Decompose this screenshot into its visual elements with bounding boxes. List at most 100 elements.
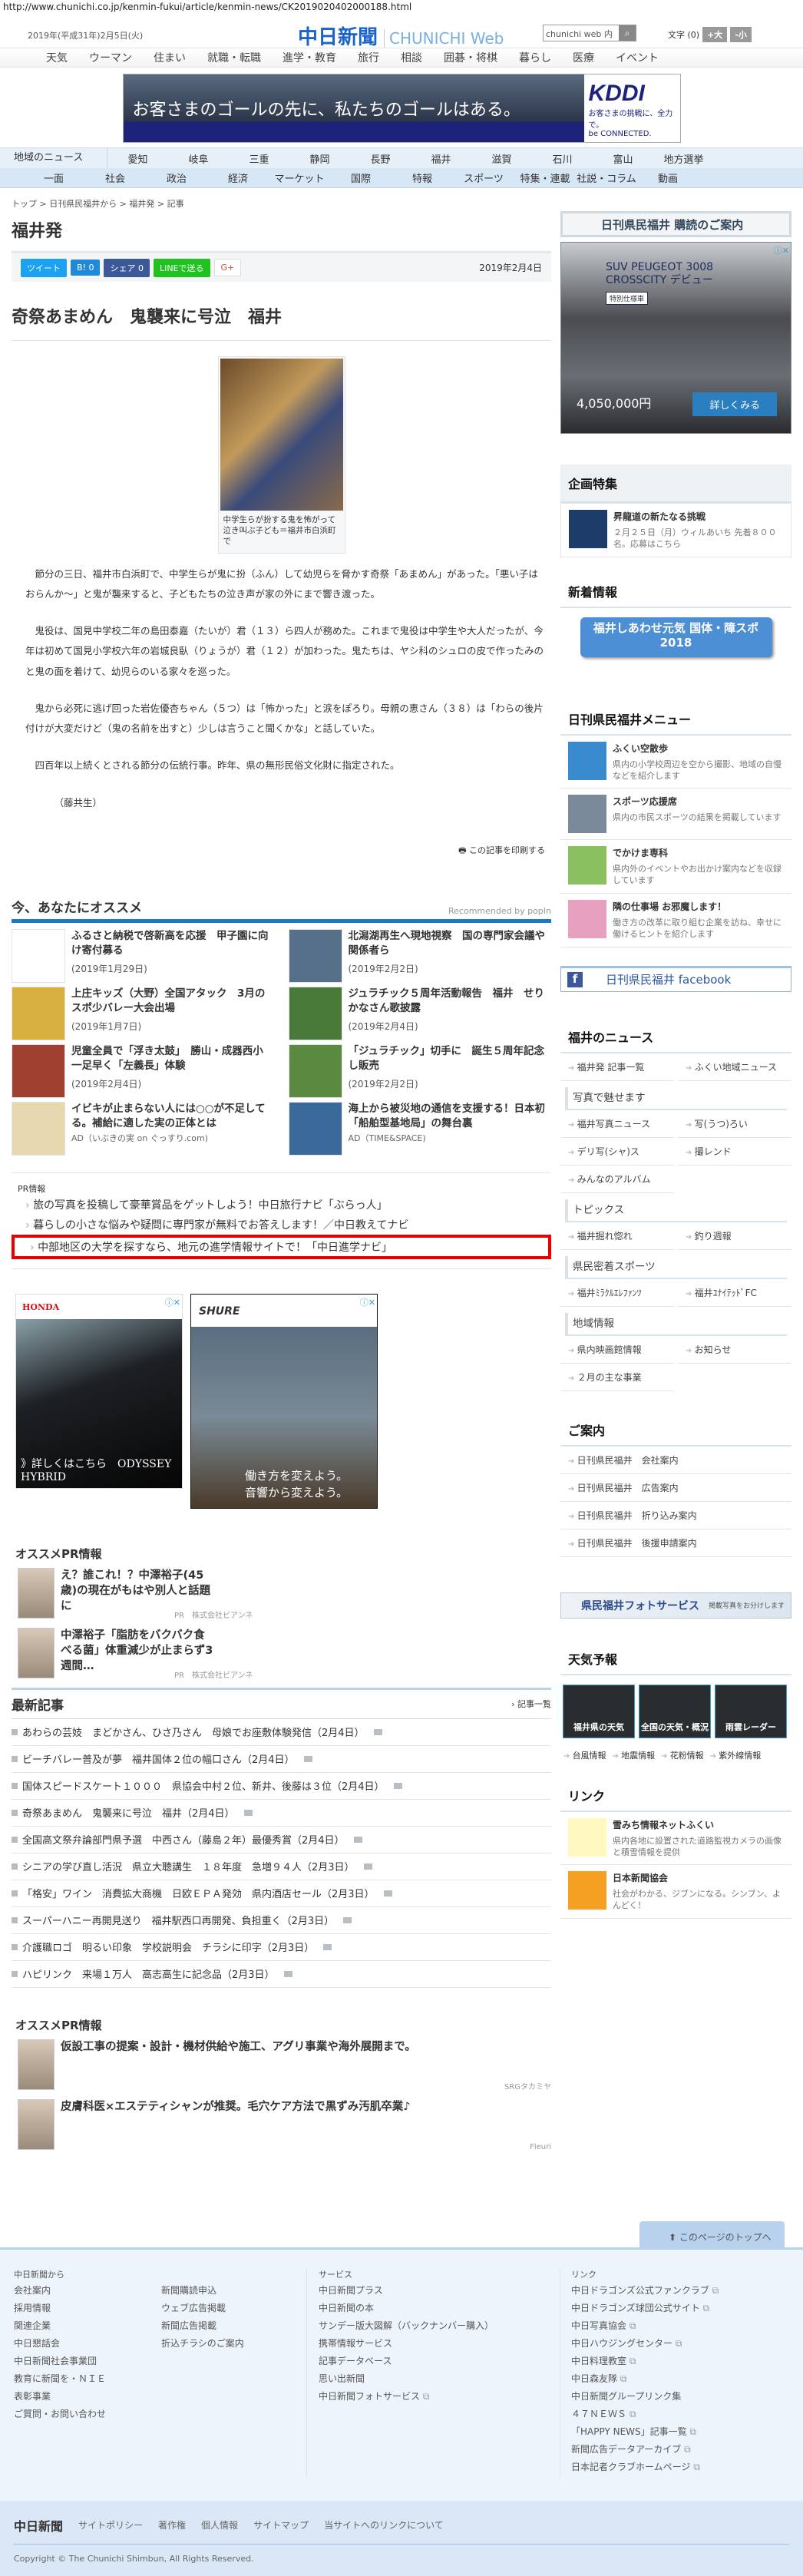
footer-link[interactable]: ウェブ広告掲載 <box>161 2301 306 2319</box>
sidebar-link[interactable]: 県内映画館情報 <box>560 1336 674 1364</box>
global-nav-item[interactable]: ウーマン <box>89 50 132 65</box>
category-nav-item[interactable]: 特集・連載 <box>514 170 576 185</box>
peugeot-ad[interactable]: SUV PEUGEOT 3008 CROSSCITY デビュー 特別仕様車 4,… <box>560 242 791 434</box>
sidebar-link[interactable]: ２月の主な事業 <box>560 1364 674 1391</box>
category-nav-item[interactable]: マーケット <box>269 170 330 185</box>
footer-link[interactable]: 中日新聞社会事業団 <box>14 2354 161 2372</box>
sidebar-link[interactable]: 福井掘れ惚れ <box>560 1222 674 1250</box>
guide-link[interactable]: 日刊県民福井 後援申請案内 <box>560 1529 791 1557</box>
footer-link[interactable]: 中日ハウジングセンター <box>571 2336 719 2354</box>
footer-link[interactable]: 中日新聞の本 <box>319 2301 560 2319</box>
latest-article-title[interactable]: 介護職ロゴ 明るい印象 学校説明会 チラシに印字（2月3日） <box>22 1939 314 1954</box>
sidebar-link[interactable]: 福井写真ニュース <box>560 1110 674 1138</box>
footer-link[interactable]: 中日新聞プラス <box>319 2283 560 2301</box>
breadcrumb[interactable]: トップ > 日刊県民福井から > 福井発 > 記事 <box>12 197 551 210</box>
footer-link[interactable]: 中日料理教室 <box>571 2354 719 2372</box>
category-nav-item[interactable]: 一面 <box>23 170 84 185</box>
search-box[interactable]: chunichi web 内 ⌕ <box>543 25 636 41</box>
pr-item[interactable]: 皮膚科医×エステティシャンが推奨。毛穴ケア方法で黒ずみ汚肌卒業♪ Fleuri <box>12 2098 551 2151</box>
recommend-thumbnail[interactable] <box>12 1101 65 1156</box>
peugeot-button[interactable]: 詳しくみる <box>692 392 777 416</box>
footer-link[interactable]: 携帯情報サービス <box>319 2336 560 2354</box>
pr-thumbnail[interactable] <box>18 2039 55 2090</box>
recommend-title[interactable]: 海上から被災地の通信を支援する！日本初「船舶型基地局」の舞台裏 <box>349 1102 552 1132</box>
honda-ad[interactable]: HONDA 》詳しくはこちら ODYSSEY HYBRID ⓘ✕ <box>15 1293 183 1489</box>
sidebar-link[interactable]: 福井ﾐﾗｸﾙｴﾚﾌｧﾝﾂ <box>560 1279 674 1307</box>
latest-article-title[interactable]: ハピリンク 来場１万人 高志高生に記念品（2月3日） <box>22 1966 275 1981</box>
shure-ad[interactable]: SHURE 働き方を変えよう。 音響から変えよう。 ⓘ✕ <box>190 1293 378 1509</box>
footer-link[interactable]: サンデー版大図解（バックナンバー購入） <box>319 2319 560 2336</box>
global-nav-item[interactable]: 医療 <box>573 50 594 65</box>
footer-link[interactable]: 折込チラシのご案内 <box>161 2336 306 2354</box>
footer-link[interactable]: 関連企業 <box>14 2319 161 2336</box>
pr-thumbnail[interactable] <box>18 1627 55 1678</box>
search-input[interactable]: chunichi web 内 <box>544 25 619 41</box>
recommend-item[interactable]: 上庄キッズ（大野）全国アタック 3月のスポ少バレー大会出場 (2019年1月7日) <box>12 986 275 1040</box>
hatena-button[interactable]: B! 0 <box>71 260 101 276</box>
ad-close-icon[interactable]: ⓘ✕ <box>774 244 789 256</box>
menu-item[interactable]: スポーツ応援席 県内の市民スポーツの結果を掲載しています <box>560 789 791 841</box>
ad-close-icon[interactable]: ⓘ✕ <box>165 1296 180 1308</box>
recommend-thumbnail[interactable] <box>288 1043 342 1098</box>
gplus-button[interactable]: G+ <box>213 259 242 276</box>
category-nav-item[interactable]: スポーツ <box>453 170 514 185</box>
footer-link[interactable]: 表彰事業 <box>14 2389 161 2407</box>
category-nav-item[interactable]: 社説・コラム <box>576 170 637 185</box>
category-nav-item[interactable]: 社会 <box>84 170 146 185</box>
font-up-button[interactable]: +大 <box>702 27 728 42</box>
region-nav-item[interactable]: 福井 <box>411 151 471 166</box>
footer-link[interactable]: ご質問・お問い合わせ <box>14 2407 161 2425</box>
footer-bottom-link[interactable]: サイトポリシー <box>78 2518 143 2531</box>
global-nav-item[interactable]: 天気 <box>46 50 68 65</box>
footer-link[interactable]: 中日写真協会 <box>571 2319 719 2336</box>
recommend-thumbnail[interactable] <box>288 1101 342 1156</box>
region-nav-item[interactable]: 富山 <box>593 151 653 166</box>
sidebar-link[interactable]: デリ写(シャ)ス <box>560 1138 674 1166</box>
recommend-title[interactable]: 児童全員で「浮き太鼓」 勝山・成器西小 一足早く「左義長」体験 <box>71 1044 275 1074</box>
global-nav-item[interactable]: 囲碁・将棋 <box>444 50 497 65</box>
region-nav-item[interactable]: 滋賀 <box>471 151 532 166</box>
sidebar-link[interactable]: みんなのアルバム <box>560 1166 674 1193</box>
recommend-title[interactable]: ジュラチック５周年活動報告 福井 せりかなさん歌披露 <box>349 987 552 1017</box>
sidebar-link[interactable]: お知らせ <box>678 1336 791 1364</box>
site-logo[interactable]: 中日新聞 CHUNICHI Web <box>298 21 504 50</box>
latest-article[interactable]: シニアの学び直し活況 県立大聴講生 １８年度 急増９４人（2月3日） <box>12 1853 551 1880</box>
latest-article[interactable]: 「格安」ワイン 消費拡大商機 日欧ＥＰＡ発効 県内酒店セール（2月3日） <box>12 1880 551 1907</box>
photo-service-banner[interactable]: 県民福井フォトサービス 掲載写真をお分けします <box>560 1592 791 1619</box>
latest-article[interactable]: ハピリンク 来場１万人 高志高生に記念品（2月3日） <box>12 1961 551 1988</box>
weather-tile[interactable]: 福井県の天気 <box>563 1684 635 1738</box>
sidebar-link[interactable]: 福井ﾕﾅｲﾃｯﾄﾞFC <box>678 1279 791 1307</box>
menu-item[interactable]: でかけま専科 県内外のイベントやお出かけ案内などを収録しています <box>560 840 791 894</box>
pr-thumbnail[interactable] <box>18 1567 55 1619</box>
region-nav-item[interactable]: 静岡 <box>289 151 350 166</box>
footer-bottom-link[interactable]: 著作権 <box>158 2518 186 2531</box>
category-nav-item[interactable]: 特報 <box>392 170 453 185</box>
region-nav-item[interactable]: 三重 <box>229 151 289 166</box>
pr-item[interactable]: え？誰これ！？中澤裕子(45歳)の現在がもはや別人と話題に PR 株式会社ビアンネ <box>12 1567 551 1620</box>
footer-link[interactable]: 中日森友隊 <box>571 2372 719 2389</box>
latest-article-title[interactable]: 奇祭あまめん 鬼襲来に号泣 福井（2月4日） <box>22 1805 235 1820</box>
pr-title[interactable]: 皮膚科医×エステティシャンが推奨。毛穴ケア方法で黒ずみ汚肌卒業♪ <box>61 2099 460 2151</box>
latest-article-title[interactable]: 全国高文祭弁論部門県予選 中西さん（藤島２年）最優秀賞（2月4日） <box>22 1832 345 1847</box>
latest-article-title[interactable]: スーパーハニー再開見送り 福井駅西口再開発、負担重く（2月3日） <box>22 1913 334 1927</box>
region-nav-item[interactable]: 地方選挙 <box>653 151 714 166</box>
recommend-item[interactable]: 「ジュラチック」切手に 誕生５周年記念し販売 (2019年2月2日) <box>288 1043 552 1098</box>
region-nav-item[interactable]: 岐阜 <box>168 151 229 166</box>
line-button[interactable]: LINEで送る <box>153 258 210 277</box>
pr-item[interactable]: 仮設工事の提案・設計・機材供給や施工、アグリ事業や海外展開まで。 SRGタカミヤ <box>12 2039 551 2092</box>
latest-article[interactable]: スーパーハニー再開見送り 福井駅西口再開発、負担重く（2月3日） <box>12 1907 551 1934</box>
pr-thumbnail[interactable] <box>18 2098 55 2150</box>
recommend-title[interactable]: 北潟湖再生へ現地視察 国の専門家会議や関係者ら <box>349 929 552 959</box>
footer-link[interactable]: 教育に新聞を・ＮＩＥ <box>14 2372 161 2389</box>
link-item[interactable]: 日本新聞協会 社会がわかる、ジブンになる。シンブン、よんどく！ <box>560 1865 791 1920</box>
latest-article[interactable]: ビーチバレー普及が夢 福井国体２位の幅口さん（2月4日） <box>12 1746 551 1773</box>
global-nav-item[interactable]: 暮らし <box>519 50 551 65</box>
footer-link[interactable]: 会社案内 <box>14 2283 161 2301</box>
footer-logo[interactable]: 中日新聞 <box>14 2516 63 2535</box>
kokutai-banner[interactable]: 福井しあわせ元気 国体・障スポ2018 <box>580 617 772 657</box>
weather-link[interactable]: 台風情報 <box>563 1749 606 1761</box>
footer-link[interactable]: 中日新聞フォトサービス <box>319 2389 560 2407</box>
recommend-thumbnail[interactable] <box>12 986 65 1040</box>
latest-article-title[interactable]: シニアの学び直し活況 県立大聴講生 １８年度 急増９４人（2月3日） <box>22 1859 355 1873</box>
pr-item[interactable]: 中澤裕子「脂肪をバクバク食べる菌」体重減少が止まらず3週間… PR 株式会社ビアン… <box>12 1627 551 1680</box>
